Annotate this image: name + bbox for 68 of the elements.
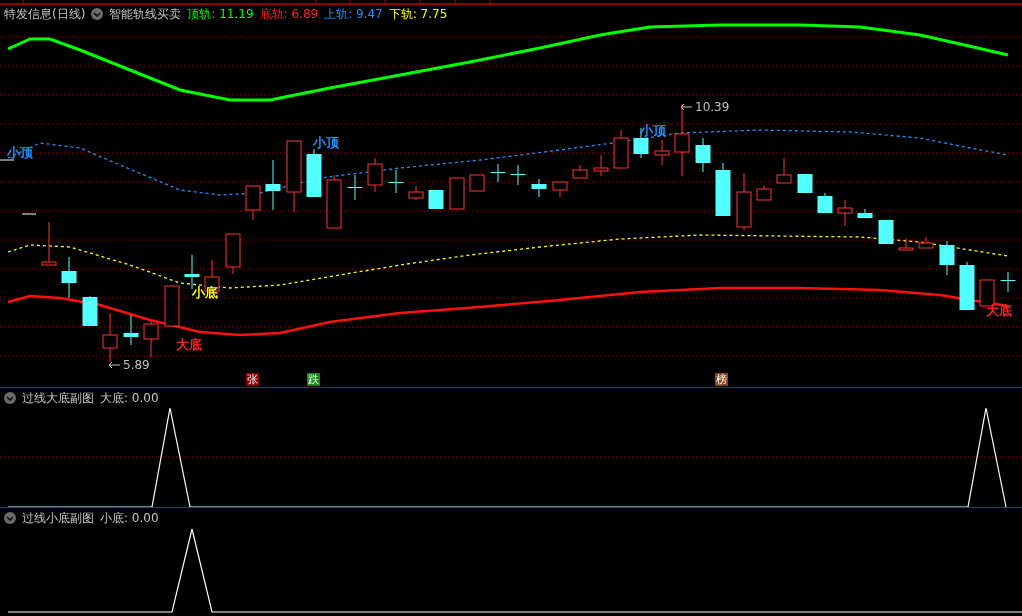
indicator-reading: 上轨: 9.47 (324, 7, 383, 21)
price-label: 5.89 (123, 358, 150, 372)
indicator-title: 过线大底副图 (22, 391, 94, 405)
candlestick (593, 154, 609, 177)
candlestick (102, 312, 118, 363)
signal-label: 大底 (176, 338, 202, 352)
candlestick (695, 137, 711, 173)
candlestick (367, 157, 383, 193)
candlestick (837, 199, 853, 227)
indicator-title: 过线小底副图 (22, 511, 94, 525)
candlestick (654, 139, 670, 166)
price-label: 10.39 (695, 100, 730, 114)
pointer-arrow-icon (680, 103, 693, 111)
candlestick (41, 221, 57, 266)
candlestick (510, 164, 526, 186)
candlestick (225, 233, 241, 275)
candlestick (408, 185, 424, 201)
candlestick (469, 174, 485, 192)
candlestick (898, 237, 914, 251)
event-marker[interactable]: 榜 (715, 373, 728, 386)
candlestick (939, 240, 955, 276)
candlestick (776, 157, 792, 184)
candlestick (306, 148, 322, 198)
candlestick (715, 162, 731, 217)
event-marker[interactable]: 张 (246, 373, 259, 386)
stock-title: 特发信息(日线) (4, 7, 86, 21)
indicator-title: 智能轨线买卖 (109, 7, 182, 21)
candlestick (878, 219, 894, 245)
candlestick (449, 177, 465, 210)
candlestick (736, 172, 752, 231)
candlestick (123, 314, 139, 346)
candlestick (817, 192, 833, 214)
candlestick (1000, 271, 1016, 293)
candlestick (347, 174, 363, 201)
collapse-icon[interactable] (4, 392, 16, 404)
candlestick (245, 185, 261, 221)
event-marker[interactable]: 跌 (307, 373, 320, 386)
candlestick (918, 236, 934, 249)
candlestick (613, 129, 629, 169)
candlestick (857, 208, 873, 219)
candlestick (61, 256, 77, 299)
candlestick (552, 181, 568, 198)
collapse-icon[interactable] (4, 512, 16, 524)
signal-label: 小顶 (7, 146, 33, 160)
candlestick (756, 184, 772, 201)
candlestick (164, 285, 180, 327)
candlestick (490, 163, 506, 183)
signal-label: 小顶 (313, 136, 339, 150)
signal-label: 小顶 (640, 124, 666, 138)
candlestick (572, 164, 588, 179)
indicator-reading: 顶轨: 11.19 (187, 7, 254, 21)
candlestick (265, 159, 281, 211)
candlestick (143, 319, 159, 358)
pointer-arrow-icon (108, 361, 121, 369)
candlestick (797, 173, 813, 194)
indicator-reading: 下轨: 7.75 (388, 7, 448, 21)
candlestick (326, 174, 342, 229)
indicator-reading: 底轨: 6.89 (259, 7, 319, 21)
signal-label: 大底 (986, 304, 1012, 318)
candlestick (82, 295, 98, 327)
candlestick (428, 189, 444, 210)
candlestick (531, 178, 547, 198)
candlestick (388, 169, 404, 194)
indicator-reading: 大底: 0.00 (100, 391, 159, 405)
collapse-icon[interactable] (91, 8, 104, 20)
indicator-reading: 小底: 0.00 (100, 511, 159, 525)
signal-label: 小底 (192, 286, 218, 300)
candlestick (959, 261, 975, 311)
